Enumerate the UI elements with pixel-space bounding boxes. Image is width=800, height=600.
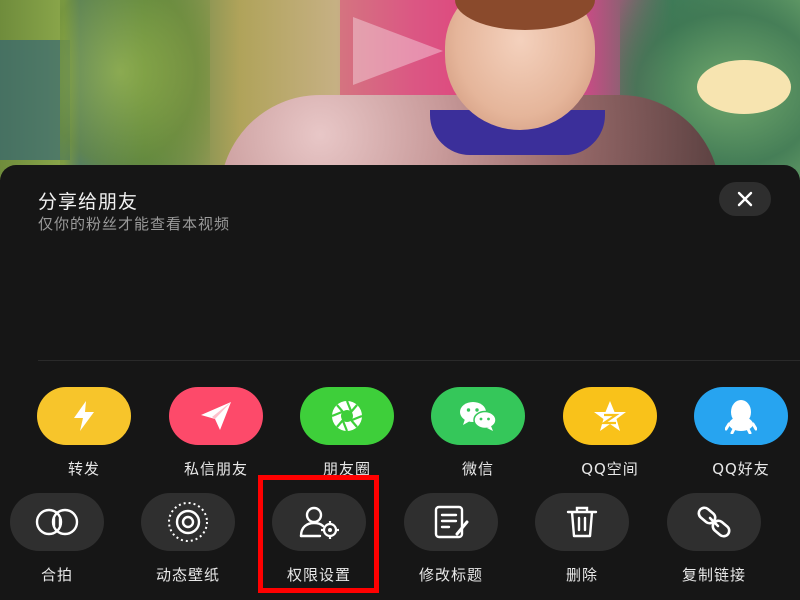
- action-item-label: 合拍: [40, 566, 73, 584]
- action-item-label: 修改标题: [418, 566, 483, 584]
- qq-friend-button[interactable]: [694, 387, 788, 445]
- play-icon[interactable]: [348, 15, 448, 87]
- live-wallpaper-button[interactable]: [141, 493, 235, 551]
- sheet-subtitle: 仅你的粉丝才能查看本视频: [38, 215, 231, 233]
- divider: [38, 360, 800, 361]
- action-item-copy-link[interactable]: 复制链接: [654, 493, 774, 585]
- action-item-duet[interactable]: 合拍: [0, 493, 117, 585]
- wechat-icon: [460, 402, 497, 431]
- share-item-moments[interactable]: 朋友圈: [287, 387, 407, 479]
- moments-button[interactable]: [300, 387, 394, 445]
- edit-title-button[interactable]: [404, 493, 498, 551]
- edit-title-icon: [434, 505, 469, 539]
- qq-penguin-icon: [725, 400, 757, 434]
- share-item-qzone[interactable]: QQ空间: [550, 387, 670, 479]
- action-item-label: 动态壁纸: [155, 566, 220, 584]
- share-item-label: QQ好友: [712, 460, 770, 478]
- action-item-label: 删除: [565, 566, 598, 584]
- paper-plane-icon: [201, 402, 231, 430]
- share-item-qq-friend[interactable]: QQ好友: [681, 387, 800, 479]
- duet-button[interactable]: [10, 493, 104, 551]
- action-item-edit-title[interactable]: 修改标题: [391, 493, 511, 585]
- share-item-label: 微信: [461, 460, 494, 478]
- link-icon: [697, 506, 731, 538]
- sheet-title: 分享给朋友: [38, 191, 139, 213]
- share-item-label: 转发: [67, 460, 100, 478]
- action-item-delete[interactable]: 删除: [522, 493, 642, 585]
- share-item-label: 私信朋友: [183, 460, 248, 478]
- close-icon: [737, 191, 753, 207]
- delete-button[interactable]: [535, 493, 629, 551]
- share-item-label: QQ空间: [581, 460, 639, 478]
- qzone-button[interactable]: [563, 387, 657, 445]
- lightning-icon: [74, 401, 94, 431]
- copy-link-button[interactable]: [667, 493, 761, 551]
- wechat-button[interactable]: [431, 387, 525, 445]
- background-scenery: [60, 0, 210, 180]
- close-button[interactable]: [719, 182, 771, 216]
- forward-button[interactable]: [37, 387, 131, 445]
- action-item-label: 复制链接: [681, 566, 746, 584]
- avatar[interactable]: [697, 60, 791, 114]
- moments-aperture-icon: [331, 400, 363, 432]
- share-item-private-message[interactable]: 私信朋友: [156, 387, 276, 479]
- highlight-box: [258, 475, 379, 593]
- qzone-star-icon: [594, 401, 626, 431]
- video-background[interactable]: [0, 0, 800, 180]
- live-wallpaper-icon: [168, 502, 208, 542]
- share-item-wechat[interactable]: 微信: [418, 387, 538, 479]
- duet-icon: [35, 508, 79, 536]
- trash-icon: [566, 506, 598, 538]
- action-item-live-wallpaper[interactable]: 动态壁纸: [128, 493, 248, 585]
- share-item-forward[interactable]: 转发: [24, 387, 144, 479]
- private-message-button[interactable]: [169, 387, 263, 445]
